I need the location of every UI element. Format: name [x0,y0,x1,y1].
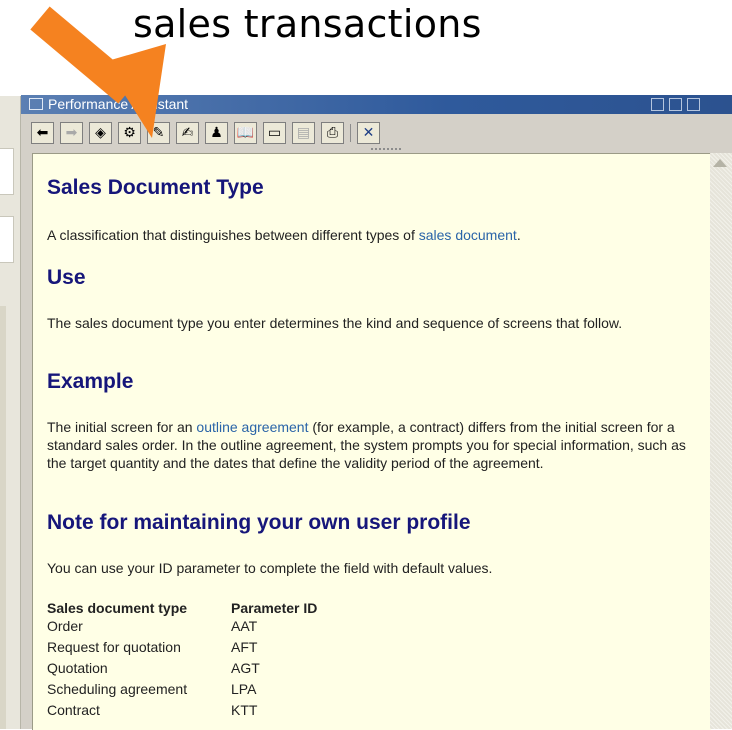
background-field [0,216,14,263]
heading-example: Example [47,370,134,393]
table-cell: KTT [231,702,258,718]
note-paragraph: You can use your ID parameter to complet… [47,560,493,576]
example-paragraph: The initial screen for an outline agreem… [47,418,702,472]
document-button[interactable]: ▤ [292,122,315,144]
heading-use: Use [47,266,86,289]
table-cell: Order [47,618,83,634]
heading-note: Note for maintaining your own user profi… [47,511,471,534]
glossary-book-icon: 📖 [236,125,255,141]
scroll-up-icon[interactable] [713,159,727,167]
definition-paragraph: A classification that distinguishes betw… [47,226,702,244]
performance-assistant-window: Performance Assistant ⬅ ➡ ◈ ⚙ ✎ ✍ ♟ 📖 ▭ … [21,95,732,730]
left-background-panel [0,96,21,729]
table-row: Quotation AGT [47,660,317,681]
table-row: Request for quotation AFT [47,639,317,660]
table-header-row: Sales document type Parameter ID [47,597,317,618]
definition-period: . [516,227,521,243]
glossary-button[interactable]: 📖 [234,122,257,144]
arrow-shaft [30,6,138,104]
table-cell: Contract [47,702,100,718]
table-cell: Quotation [47,660,108,676]
orange-arrow-icon [30,6,166,138]
column-header: Parameter ID [231,599,318,616]
exit-button[interactable]: ✕ [357,122,380,144]
table-row: Scheduling agreement LPA [47,681,317,702]
table-cell: AAT [231,618,258,634]
table-row: Contract KTT [47,702,317,723]
help-content: Sales Document Type A classification tha… [32,153,711,730]
outline-agreement-link[interactable]: outline agreement [196,419,308,435]
table-row: Order AAT [47,618,317,639]
table-cell: AGT [231,660,260,676]
definition-text: A classification that distinguishes betw… [47,227,419,243]
maximize-icon[interactable] [669,98,682,111]
table-cell: AFT [231,639,258,655]
vertical-scrollbar[interactable] [710,153,732,729]
exit-icon: ✕ [362,125,375,141]
toolbar-separator [350,124,351,142]
use-paragraph: The sales document type you enter determ… [47,315,623,331]
heading-sales-document-type: Sales Document Type [47,176,264,199]
table-cell: LPA [231,681,257,697]
sales-document-link[interactable]: sales document [419,227,517,243]
table-cell: Request for quotation [47,639,181,655]
print-button[interactable]: ⎙ [321,122,344,144]
minimize-icon[interactable] [651,98,664,111]
window-button[interactable]: ▭ [263,122,286,144]
document-disabled-icon: ▤ [296,125,311,141]
column-header: Sales document type [47,599,188,616]
close-icon[interactable] [687,98,700,111]
window-icon: ▭ [267,125,282,141]
background-border [0,306,6,729]
parameter-table: Sales document type Parameter ID Order AA… [47,597,317,723]
print-icon: ⎙ [326,125,339,141]
example-text-1: The initial screen for an [47,419,197,435]
table-cell: Scheduling agreement [47,681,188,697]
